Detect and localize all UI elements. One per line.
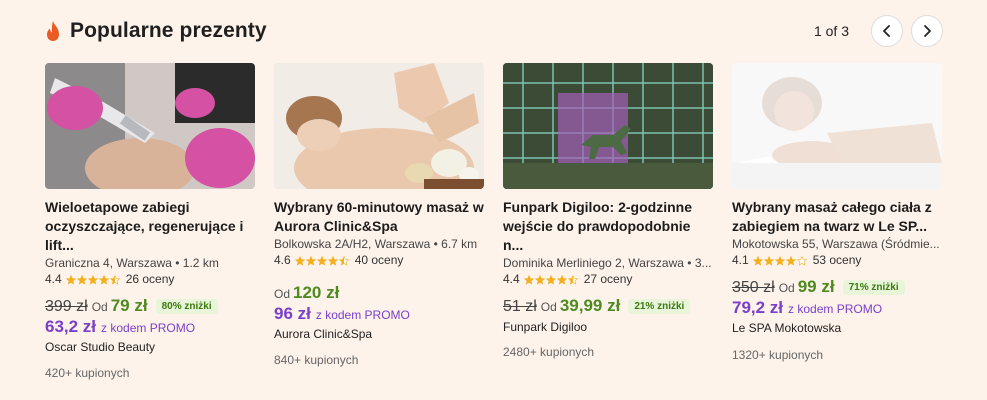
sold-count: 840+ kupionych bbox=[274, 353, 359, 367]
promo-row: 96 zł z kodem PROMO bbox=[274, 303, 484, 326]
price-row: 399 zł Od 79 zł 80% zniżki bbox=[45, 296, 255, 316]
promo-row: 79,2 zł z kodem PROMO bbox=[732, 297, 942, 320]
rating-count: 27 oceny bbox=[583, 272, 633, 286]
deal-image[interactable] bbox=[503, 63, 713, 189]
deal-rating: 4.6 40 oceny bbox=[274, 252, 484, 269]
old-price: 51 zł bbox=[503, 298, 537, 315]
merchant-name: Le SPA Mokotowska bbox=[732, 321, 842, 335]
from-label: Od bbox=[274, 287, 291, 301]
star-icon bbox=[305, 255, 316, 266]
deal-price: 99 zł bbox=[797, 277, 835, 296]
rating-stars bbox=[65, 274, 121, 285]
rating-stars bbox=[294, 255, 350, 266]
discount-badge: 71% zniżki bbox=[842, 280, 905, 295]
star-icon bbox=[98, 274, 109, 285]
deal-price: 39,99 zł bbox=[559, 296, 621, 315]
deal-card[interactable]: Wieloetapowe zabiegi oczyszczające, rege… bbox=[45, 63, 255, 380]
promo-code: z kodem PROMO bbox=[788, 302, 883, 316]
star-icon bbox=[774, 255, 785, 266]
star-icon bbox=[763, 255, 774, 266]
deal-price: 79 zł bbox=[110, 296, 148, 315]
discount-badge: 80% zniżki bbox=[155, 299, 218, 314]
deal-title[interactable]: Wybrany 60-minutowy masaż w Aurora Clini… bbox=[274, 198, 484, 236]
carousel-pager: 1 of 3 bbox=[814, 15, 943, 47]
chevron-right-icon bbox=[924, 25, 931, 37]
deal-title[interactable]: Funpark Digiloo: 2-godzinne wejście do p… bbox=[503, 198, 713, 255]
deal-title[interactable]: Wieloetapowe zabiegi oczyszczające, rege… bbox=[45, 198, 255, 255]
promo-code: z kodem PROMO bbox=[101, 321, 196, 335]
star-icon bbox=[294, 255, 305, 266]
section-header: Popularne prezenty 1 of 3 bbox=[44, 15, 943, 47]
sold-count: 420+ kupionych bbox=[45, 366, 130, 380]
price-row: 51 zł Od 39,99 zł 21% zniżki bbox=[503, 296, 713, 316]
star-icon bbox=[556, 274, 567, 285]
sold-count: 1320+ kupionych bbox=[732, 348, 824, 362]
merchant-name: Funpark Digiloo bbox=[503, 320, 588, 334]
old-price: 399 zł bbox=[45, 298, 88, 315]
previous-button[interactable] bbox=[871, 15, 903, 47]
promo-price: 96 zł bbox=[274, 304, 311, 323]
rating-value: 4.6 bbox=[274, 253, 291, 267]
flame-icon bbox=[47, 21, 59, 41]
from-label: Od bbox=[91, 300, 108, 314]
deal-rating: 4.4 27 oceny bbox=[503, 271, 713, 288]
star-icon bbox=[109, 274, 120, 285]
chevron-left-icon bbox=[883, 25, 890, 37]
deal-image[interactable] bbox=[274, 63, 484, 189]
star-icon bbox=[65, 274, 76, 285]
star-icon bbox=[76, 274, 87, 285]
deal-rating: 4.4 26 oceny bbox=[45, 271, 255, 288]
deal-card[interactable]: Wybrany masaż całego ciała z zabiegiem n… bbox=[732, 63, 942, 362]
rating-value: 4.1 bbox=[732, 253, 749, 267]
deal-card[interactable]: Wybrany 60-minutowy masaż w Aurora Clini… bbox=[274, 63, 484, 367]
rating-stars bbox=[523, 274, 579, 285]
star-icon bbox=[545, 274, 556, 285]
rating-value: 4.4 bbox=[503, 272, 520, 286]
rating-count: 26 oceny bbox=[125, 272, 175, 286]
deal-rating: 4.1 53 oceny bbox=[732, 252, 942, 269]
rating-count: 53 oceny bbox=[812, 253, 862, 267]
star-icon bbox=[87, 274, 98, 285]
rating-stars bbox=[752, 255, 808, 266]
star-icon bbox=[567, 274, 578, 285]
star-icon bbox=[752, 255, 763, 266]
star-icon bbox=[785, 255, 796, 266]
star-icon bbox=[327, 255, 338, 266]
promo-code: z kodem PROMO bbox=[315, 308, 410, 322]
merchant-name: Oscar Studio Beauty bbox=[45, 340, 156, 354]
promo-price: 79,2 zł bbox=[732, 298, 784, 317]
deal-card[interactable]: Funpark Digiloo: 2-godzinne wejście do p… bbox=[503, 63, 713, 359]
star-icon bbox=[523, 274, 534, 285]
page-indicator: 1 of 3 bbox=[813, 23, 849, 39]
deal-address: Dominika Merliniego 2, Warszawa • 3... bbox=[503, 256, 712, 270]
rating-count: 40 oceny bbox=[354, 253, 404, 267]
discount-badge: 21% zniżki bbox=[628, 299, 691, 314]
deal-address: Graniczna 4, Warszawa • 1.2 km bbox=[45, 256, 219, 270]
promo-row: 63,2 zł z kodem PROMO bbox=[45, 316, 255, 339]
promo-price: 63,2 zł bbox=[45, 317, 97, 336]
deal-image[interactable] bbox=[45, 63, 255, 189]
star-icon bbox=[316, 255, 327, 266]
sold-count: 2480+ kupionych bbox=[503, 345, 595, 359]
star-icon bbox=[338, 255, 349, 266]
deal-address: Bolkowska 2A/H2, Warszawa • 6.7 km bbox=[274, 237, 478, 251]
next-button[interactable] bbox=[911, 15, 943, 47]
deal-price: 120 zł bbox=[293, 283, 340, 302]
star-icon bbox=[534, 274, 545, 285]
deal-image[interactable] bbox=[732, 63, 942, 189]
deal-address: Mokotowska 55, Warszawa (Śródmie... bbox=[732, 237, 940, 251]
merchant-name: Aurora Clinic&Spa bbox=[274, 327, 373, 341]
from-label: Od bbox=[540, 300, 557, 314]
price-row: Od 120 zł bbox=[274, 283, 484, 303]
section-title: Popularne prezenty bbox=[70, 19, 267, 42]
star-icon bbox=[796, 255, 807, 266]
rating-value: 4.4 bbox=[45, 272, 62, 286]
price-row: 350 zł Od 99 zł 71% zniżki bbox=[732, 277, 942, 297]
deal-title[interactable]: Wybrany masaż całego ciała z zabiegiem n… bbox=[732, 198, 942, 236]
old-price: 350 zł bbox=[732, 279, 775, 296]
from-label: Od bbox=[778, 281, 795, 295]
